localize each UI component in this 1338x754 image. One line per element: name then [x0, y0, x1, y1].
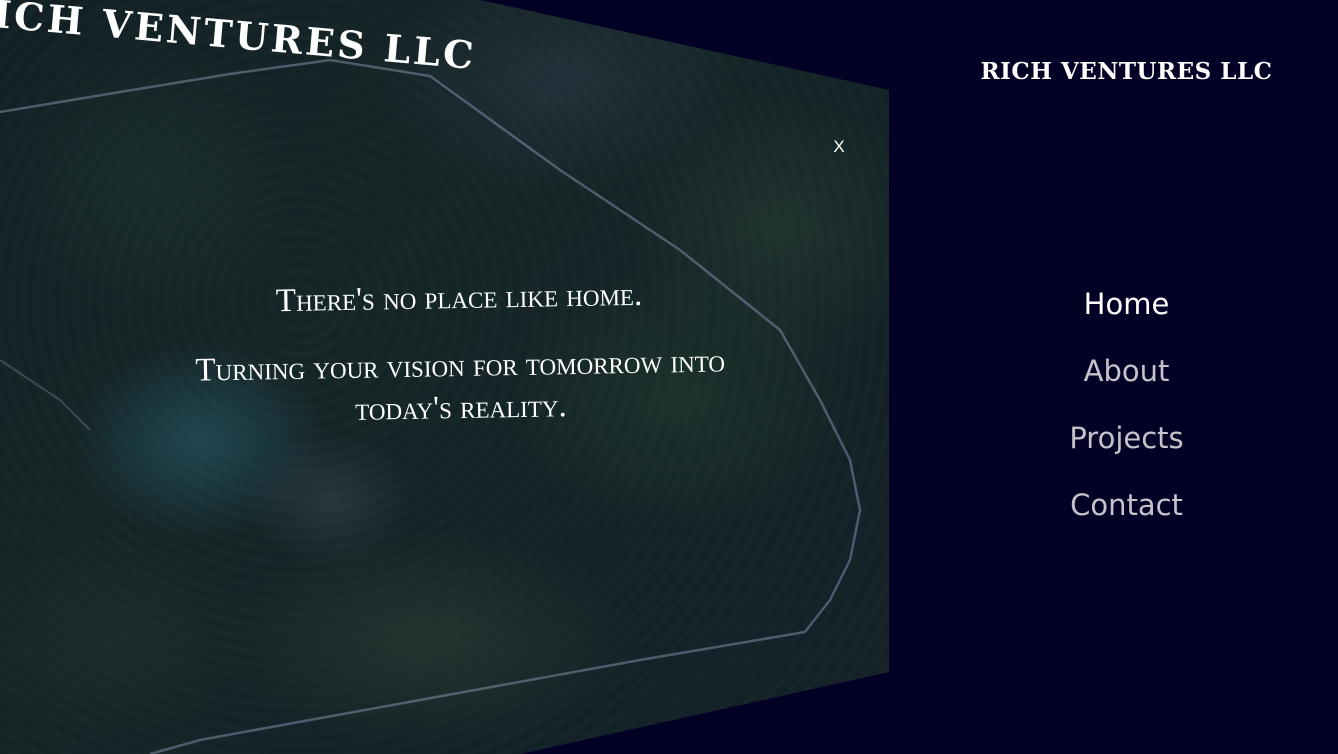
nav-item-contact: Contact: [889, 483, 1338, 550]
nav-link-about[interactable]: About: [1084, 354, 1170, 388]
hero-mission: Turning your vision for tomorrow into to…: [195, 343, 726, 428]
nav-item-home: Home: [889, 282, 1338, 349]
close-icon[interactable]: X: [829, 136, 849, 158]
hero-text: There's no place like home. Turning your…: [99, 274, 821, 436]
sidebar-nav: RICH VENTURES LLC Home About Projects Co…: [889, 0, 1338, 754]
nav-link-projects[interactable]: Projects: [1069, 421, 1183, 455]
nav-item-about: About: [889, 349, 1338, 416]
nav-item-projects: Projects: [889, 416, 1338, 483]
page: RICH VENTURES LLC X There's no place lik…: [0, 0, 1338, 754]
brand-logo[interactable]: RICH VENTURES LLC: [889, 58, 1338, 85]
nav-link-home[interactable]: Home: [1084, 287, 1170, 321]
nav-menu: Home About Projects Contact: [889, 282, 1338, 550]
nav-link-contact[interactable]: Contact: [1070, 488, 1183, 522]
